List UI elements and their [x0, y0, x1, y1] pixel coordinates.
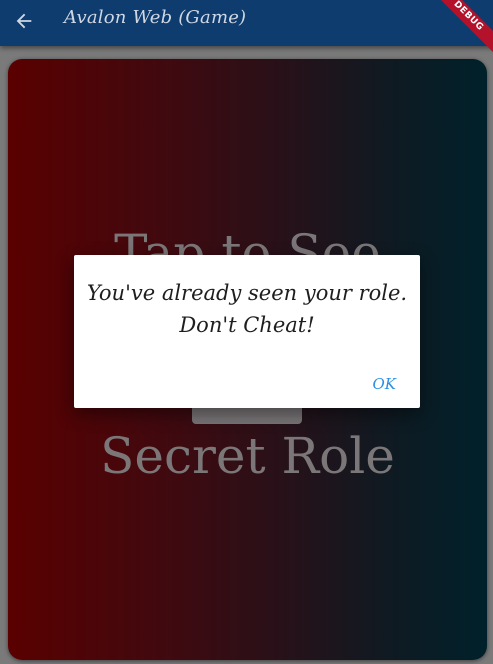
dialog-message: You've already seen your role. Don't Che… [74, 277, 420, 341]
ok-button[interactable]: OK [372, 375, 396, 393]
alert-dialog: You've already seen your role. Don't Che… [74, 255, 420, 408]
dialog-message-line2: Don't Cheat! [179, 313, 315, 337]
dialog-message-line1: You've already seen your role. [86, 281, 408, 305]
